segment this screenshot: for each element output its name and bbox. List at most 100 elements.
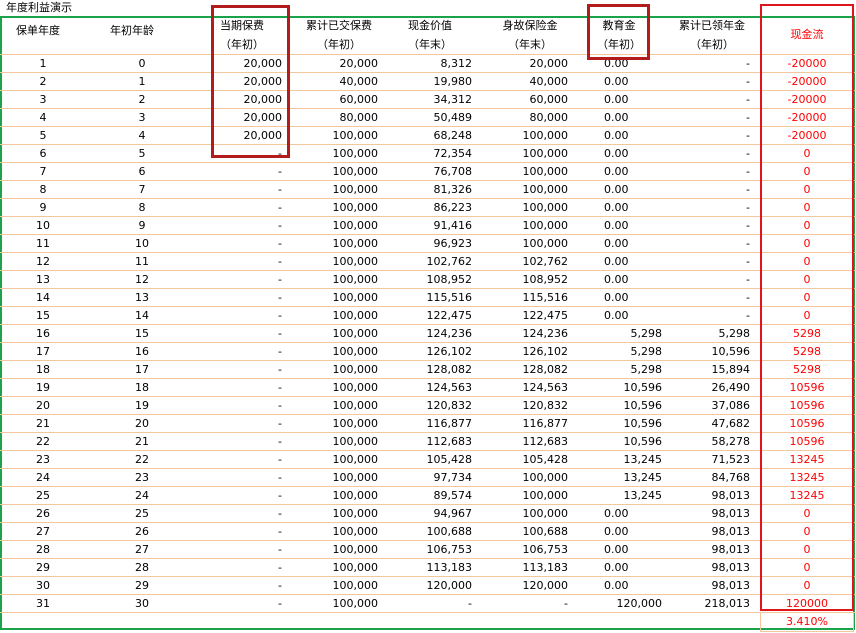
- cell-age: 5: [138, 147, 146, 160]
- cell-premium: 20,000: [243, 111, 283, 124]
- cell-total-annuity: 37,086: [711, 399, 751, 412]
- cell-age: 4: [138, 129, 146, 142]
- cell-cash-value: 97,734: [433, 471, 473, 484]
- cell-cash-value: 115,516: [426, 291, 473, 304]
- cell-cash-flow: 13245: [789, 489, 825, 502]
- table-row: 9 8 - 100,000 86,223 100,000 0.00 - 0: [0, 199, 856, 217]
- cell-total-premium: 100,000: [332, 219, 379, 232]
- cell-total-premium: 100,000: [332, 327, 379, 340]
- cell-cash-value: 19,980: [433, 75, 473, 88]
- cell-total-annuity: -: [746, 57, 750, 70]
- cell-policy-year: 18: [36, 363, 50, 376]
- table-row: 22 21 - 100,000 112,683 112,683 10,596 58,278 10…: [0, 433, 856, 451]
- cell-total-annuity: 58,278: [711, 435, 751, 448]
- cell-age: 0: [138, 57, 146, 70]
- cell-age: 15: [135, 327, 149, 340]
- cell-age: 23: [135, 471, 149, 484]
- cell-education: 0.00: [604, 219, 629, 232]
- cell-total-annuity: 26,490: [711, 381, 751, 394]
- cell-total-annuity: 98,013: [711, 489, 751, 502]
- cell-premium: -: [278, 147, 282, 160]
- table-row: 5 4 20,000 100,000 68,248 100,000 0.00 - -20000: [0, 127, 856, 145]
- cell-premium: -: [278, 489, 282, 502]
- cell-premium: -: [278, 363, 282, 376]
- cell-education: 0.00: [604, 129, 629, 142]
- cell-death-benefit: 60,000: [529, 93, 569, 106]
- cell-education: 0.00: [604, 291, 629, 304]
- header-cash-value: 现金价值 （年末）: [408, 19, 452, 51]
- cell-policy-year: 3: [39, 93, 47, 106]
- cell-total-annuity: 71,523: [711, 453, 751, 466]
- cell-death-benefit: 102,762: [522, 255, 569, 268]
- cell-education: 10,596: [623, 399, 663, 412]
- cell-total-premium: 100,000: [332, 489, 379, 502]
- cell-education: 10,596: [623, 381, 663, 394]
- cell-cash-flow: -20000: [787, 57, 827, 70]
- header-premium: 当期保费 （年初）: [220, 19, 264, 51]
- cell-policy-year: 5: [39, 129, 47, 142]
- cell-cash-value: 72,354: [433, 147, 473, 160]
- cell-policy-year: 15: [36, 309, 50, 322]
- cell-total-annuity: -: [746, 129, 750, 142]
- cell-cash-value: 128,082: [426, 363, 473, 376]
- cell-total-premium: 100,000: [332, 597, 379, 610]
- cell-premium: -: [278, 345, 282, 358]
- cell-death-benefit: 116,877: [522, 417, 569, 430]
- cell-cash-value: 113,183: [426, 561, 473, 574]
- cell-age: 21: [135, 435, 149, 448]
- cell-total-premium: 100,000: [332, 561, 379, 574]
- cell-total-annuity: 5,298: [718, 327, 751, 340]
- cell-cash-value: 122,475: [426, 309, 473, 322]
- cell-education: 10,596: [623, 417, 663, 430]
- cell-premium: -: [278, 579, 282, 592]
- cell-policy-year: 28: [36, 543, 50, 556]
- table-row: 10 9 - 100,000 91,416 100,000 0.00 - 0: [0, 217, 856, 235]
- cell-cash-flow: 0: [803, 507, 811, 520]
- cell-education: 0.00: [604, 57, 629, 70]
- cell-total-annuity: -: [746, 255, 750, 268]
- cell-total-annuity: -: [746, 273, 750, 286]
- cell-premium: -: [278, 471, 282, 484]
- cell-age: 29: [135, 579, 149, 592]
- cell-death-benefit: 126,102: [522, 345, 569, 358]
- cell-policy-year: 2: [39, 75, 47, 88]
- cell-total-premium: 100,000: [332, 147, 379, 160]
- cell-age: 2: [138, 93, 146, 106]
- cell-cash-flow: 120000: [786, 597, 828, 610]
- cell-age: 11: [135, 255, 149, 268]
- cell-cash-flow: 10596: [789, 435, 825, 448]
- cell-cash-flow: 0: [803, 561, 811, 574]
- cell-policy-year: 7: [39, 165, 47, 178]
- table-row: 24 23 - 100,000 97,734 100,000 13,245 84,768 132…: [0, 469, 856, 487]
- cell-total-annuity: -: [746, 237, 750, 250]
- cell-death-benefit: 120,000: [522, 579, 569, 592]
- cell-education: 0.00: [604, 543, 629, 556]
- cell-total-premium: 100,000: [332, 417, 379, 430]
- cell-age: 12: [135, 273, 149, 286]
- cell-total-premium: 100,000: [332, 543, 379, 556]
- cell-cash-flow: 5298: [793, 345, 821, 358]
- cell-death-benefit: 100,000: [522, 147, 569, 160]
- cell-total-annuity: 98,013: [711, 525, 751, 538]
- cell-premium: -: [278, 309, 282, 322]
- cell-premium: -: [278, 399, 282, 412]
- cell-total-annuity: 10,596: [711, 345, 751, 358]
- cell-cash-flow: -20000: [787, 93, 827, 106]
- cell-cash-flow: 10596: [789, 381, 825, 394]
- cell-death-benefit: 100,000: [522, 129, 569, 142]
- cell-premium: -: [278, 525, 282, 538]
- table-row: 26 25 - 100,000 94,967 100,000 0.00 98,013 0: [0, 505, 856, 523]
- cell-premium: -: [278, 165, 282, 178]
- cell-death-benefit: 100,000: [522, 219, 569, 232]
- header-total-annuity: 累计已领年金 （年初）: [679, 19, 745, 51]
- table-row: 2 1 20,000 40,000 19,980 40,000 0.00 - -20000: [0, 73, 856, 91]
- cell-age: 7: [138, 183, 146, 196]
- table-row: 16 15 - 100,000 124,236 124,236 5,298 5,298 5298: [0, 325, 856, 343]
- cell-education: 0.00: [604, 507, 629, 520]
- cell-education: 13,245: [623, 471, 663, 484]
- header-policy-year: 保单年度: [16, 24, 60, 37]
- cell-cash-value: 126,102: [426, 345, 473, 358]
- cell-education: 5,298: [630, 363, 663, 376]
- cell-policy-year: 24: [36, 471, 50, 484]
- cell-death-benefit: 100,000: [522, 237, 569, 250]
